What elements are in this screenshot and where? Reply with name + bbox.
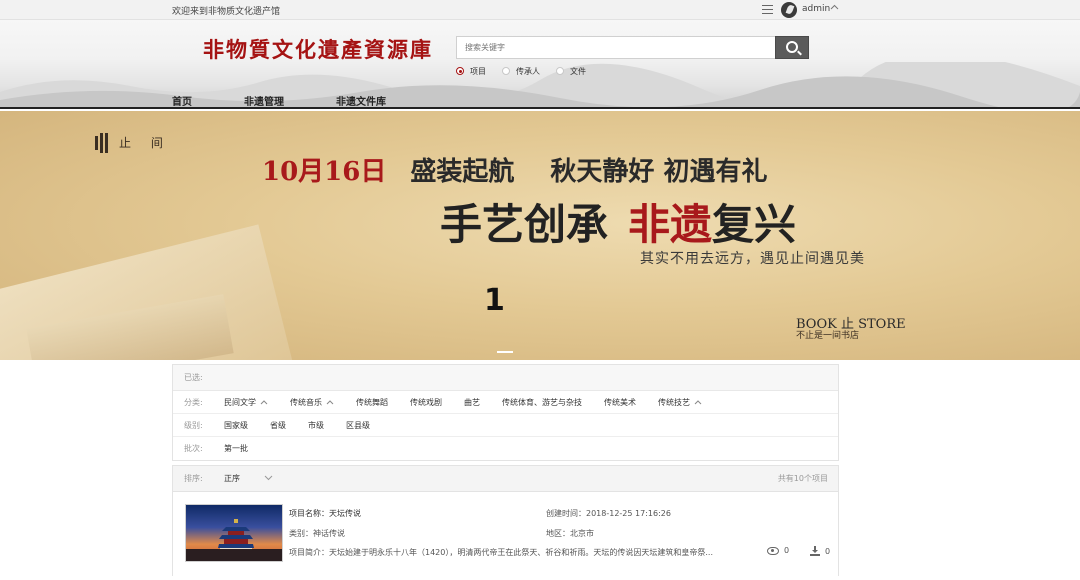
nav-home[interactable]: 首页 [172,93,192,107]
chevron-up-icon[interactable] [326,398,334,407]
nav-heritage-file-library[interactable]: 非遗文件库 [336,93,386,107]
filter-option[interactable]: 民间文学 [224,397,268,408]
filter-option[interactable]: 第一批 [224,443,248,454]
banner-tagline: 其实不用去远方，遇见止间遇见美 [640,251,865,267]
item-region: 地区：北京市 [546,529,594,538]
chevron-up-icon[interactable] [830,3,839,15]
username[interactable]: admin [802,4,830,14]
filter-panel: 已选: 分类: 民间文学 传统音乐 传统舞蹈 传统戏剧 曲艺 传统体育、游艺与杂… [172,364,839,461]
site-logo-title[interactable]: 非物質文化遺產資源庫 [203,34,433,64]
filter-row-batch: 批次: 第一批 [184,443,248,454]
sort-bar: 排序: 正序 共有10个项目 [172,465,839,492]
filter-option[interactable]: 国家级 [224,420,248,431]
search-button[interactable] [775,36,809,59]
chevron-down-icon[interactable] [264,474,273,483]
filter-option[interactable]: 曲艺 [464,397,480,408]
chevron-up-icon[interactable] [694,398,702,407]
filter-option[interactable]: 传统技艺 [658,397,702,408]
main-nav: 首页 非遗管理 非遗文件库 [172,93,438,107]
download-icon[interactable] [810,546,820,556]
view-count: 0 [767,546,789,555]
banner-brand: 止 间 [93,131,171,153]
radio-file[interactable]: 文件 [556,66,586,77]
carousel-indicator[interactable] [497,351,513,353]
menu-icon[interactable] [762,5,773,14]
selected-filters: 已选: [173,365,838,391]
search-box[interactable] [456,36,776,59]
slide-number: 1 [484,283,505,318]
store-subtitle: 不止是一间书店 [796,331,860,341]
filter-option[interactable]: 市级 [308,420,324,431]
filter-option[interactable]: 省级 [270,420,286,431]
radio-inheritor[interactable]: 传承人 [502,66,540,77]
item-created-time: 创建时间：2018-12-25 17:16:26 [546,509,671,518]
avatar[interactable] [781,2,797,18]
search-input[interactable] [457,37,775,58]
result-count: 共有10个项目 [777,474,828,483]
filter-row-level: 级别: 国家级 省级 市级 区县级 [173,414,838,437]
temple-of-heaven-image [218,519,254,553]
top-bar: 欢迎来到非物质文化遗产馆 admin [0,0,1080,20]
filter-option[interactable]: 传统舞蹈 [356,397,388,408]
item-summary: 项目简介：天坛始建于明永乐十八年（1420），明清两代帝王在此祭天、祈谷和祈雨。… [289,548,713,557]
welcome-text: 欢迎来到非物质文化遗产馆 [172,7,281,17]
banner-carousel[interactable]: 止 间 10月16日 盛装起航 秋天静好 初遇有礼 手艺创承 非遗复兴 其实不用去远方… [0,111,1080,360]
filter-option[interactable]: 传统美术 [604,397,636,408]
nav-heritage-management[interactable]: 非遗管理 [244,93,284,107]
filter-option[interactable]: 区县级 [346,420,370,431]
sort-select[interactable]: 正序 [224,473,240,484]
download-count[interactable]: 0 [810,546,830,556]
item-thumbnail[interactable] [185,504,283,562]
eye-icon [767,546,779,555]
filter-option[interactable]: 传统音乐 [290,397,334,408]
item-name[interactable]: 项目名称：天坛传说 [289,508,361,519]
banner-headline: 10月16日 盛装起航 秋天静好 初遇有礼 [262,157,768,187]
site-header: 非物質文化遺產資源庫 项目 传承人 文件 首页 非遗管理 非遗文件库 [0,20,1080,109]
brand-logo-icon [93,131,109,153]
filter-option[interactable]: 传统戏剧 [410,397,442,408]
banner-headline-main: 手艺创承 非遗复兴 [440,200,797,249]
radio-project[interactable]: 项目 [456,66,486,77]
list-item[interactable]: 项目名称：天坛传说 创建时间：2018-12-25 17:16:26 类别：神话… [172,492,839,576]
chevron-up-icon[interactable] [260,398,268,407]
filter-option[interactable]: 传统体育、游艺与杂技 [502,397,582,408]
filter-row-category: 分类: 民间文学 传统音乐 传统舞蹈 传统戏剧 曲艺 传统体育、游艺与杂技 传统… [173,391,838,414]
item-category: 类别：神话传说 [289,529,345,538]
search-type-group: 项目 传承人 文件 [456,65,602,77]
